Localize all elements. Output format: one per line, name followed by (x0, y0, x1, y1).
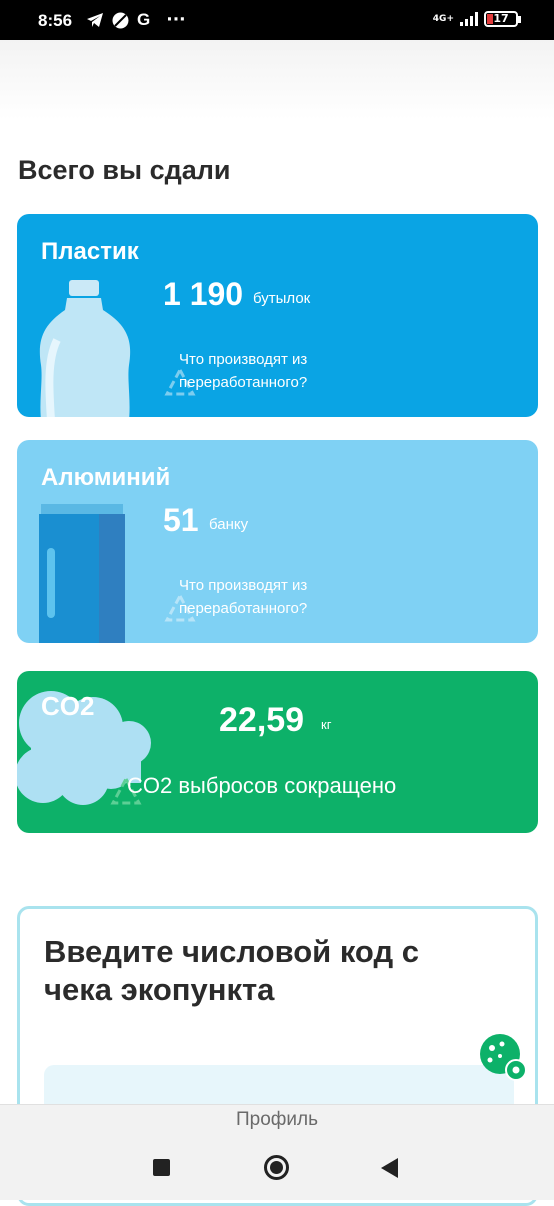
plastic-card[interactable]: Пластик 1 190 бутылок Что производят из … (17, 214, 538, 417)
aluminum-can-icon (39, 504, 125, 643)
plastic-count: 1 190 (163, 276, 244, 312)
cookie-settings-icon[interactable] (476, 1030, 530, 1084)
bottom-tab-bar: Профиль (0, 1104, 554, 1134)
plastic-title: Пластик (41, 238, 139, 265)
co2-description: CO2 выбросов сокращено (127, 773, 397, 798)
more-dots-icon: ··· (166, 10, 186, 30)
code-entry-heading: Введите числовой код с чека экопункта (44, 934, 419, 1007)
telegram-icon (87, 13, 103, 27)
network-label: 4G+ (432, 14, 454, 24)
aluminum-info-link[interactable]: Что производят из переработанного? (179, 574, 379, 620)
plastic-info-link[interactable]: Что производят из переработанного? (179, 348, 379, 394)
aluminum-title: Алюминий (41, 464, 171, 491)
status-bar: 8:56 G ··· 4G+ 17 (0, 0, 554, 40)
co2-title: CO2 (41, 691, 95, 721)
home-button[interactable] (264, 1155, 289, 1180)
aluminum-card[interactable]: Алюминий 51 банку Что производят из пере… (17, 440, 538, 643)
signal-icon (460, 12, 478, 26)
co2-card: CO2 22,59 кг CO2 выбросов сокращено (17, 671, 538, 833)
plastic-bottle-icon (39, 280, 131, 417)
recents-button[interactable] (153, 1159, 170, 1176)
tab-profile[interactable]: Профиль (236, 1109, 318, 1130)
google-icon: G (137, 10, 151, 29)
ball-icon (112, 12, 129, 28)
co2-unit: кг (321, 717, 332, 732)
back-button[interactable] (381, 1158, 398, 1178)
plastic-unit: бутылок (253, 290, 311, 307)
aluminum-count: 51 (163, 502, 199, 538)
status-time: 8:56 (38, 11, 73, 30)
co2-count: 22,59 (219, 701, 305, 739)
page-title: Всего вы сдали (18, 155, 231, 185)
header-shade (0, 40, 554, 120)
system-nav-bar (0, 1134, 554, 1200)
battery-icon: 17 (484, 11, 521, 27)
aluminum-unit: банку (209, 516, 249, 533)
